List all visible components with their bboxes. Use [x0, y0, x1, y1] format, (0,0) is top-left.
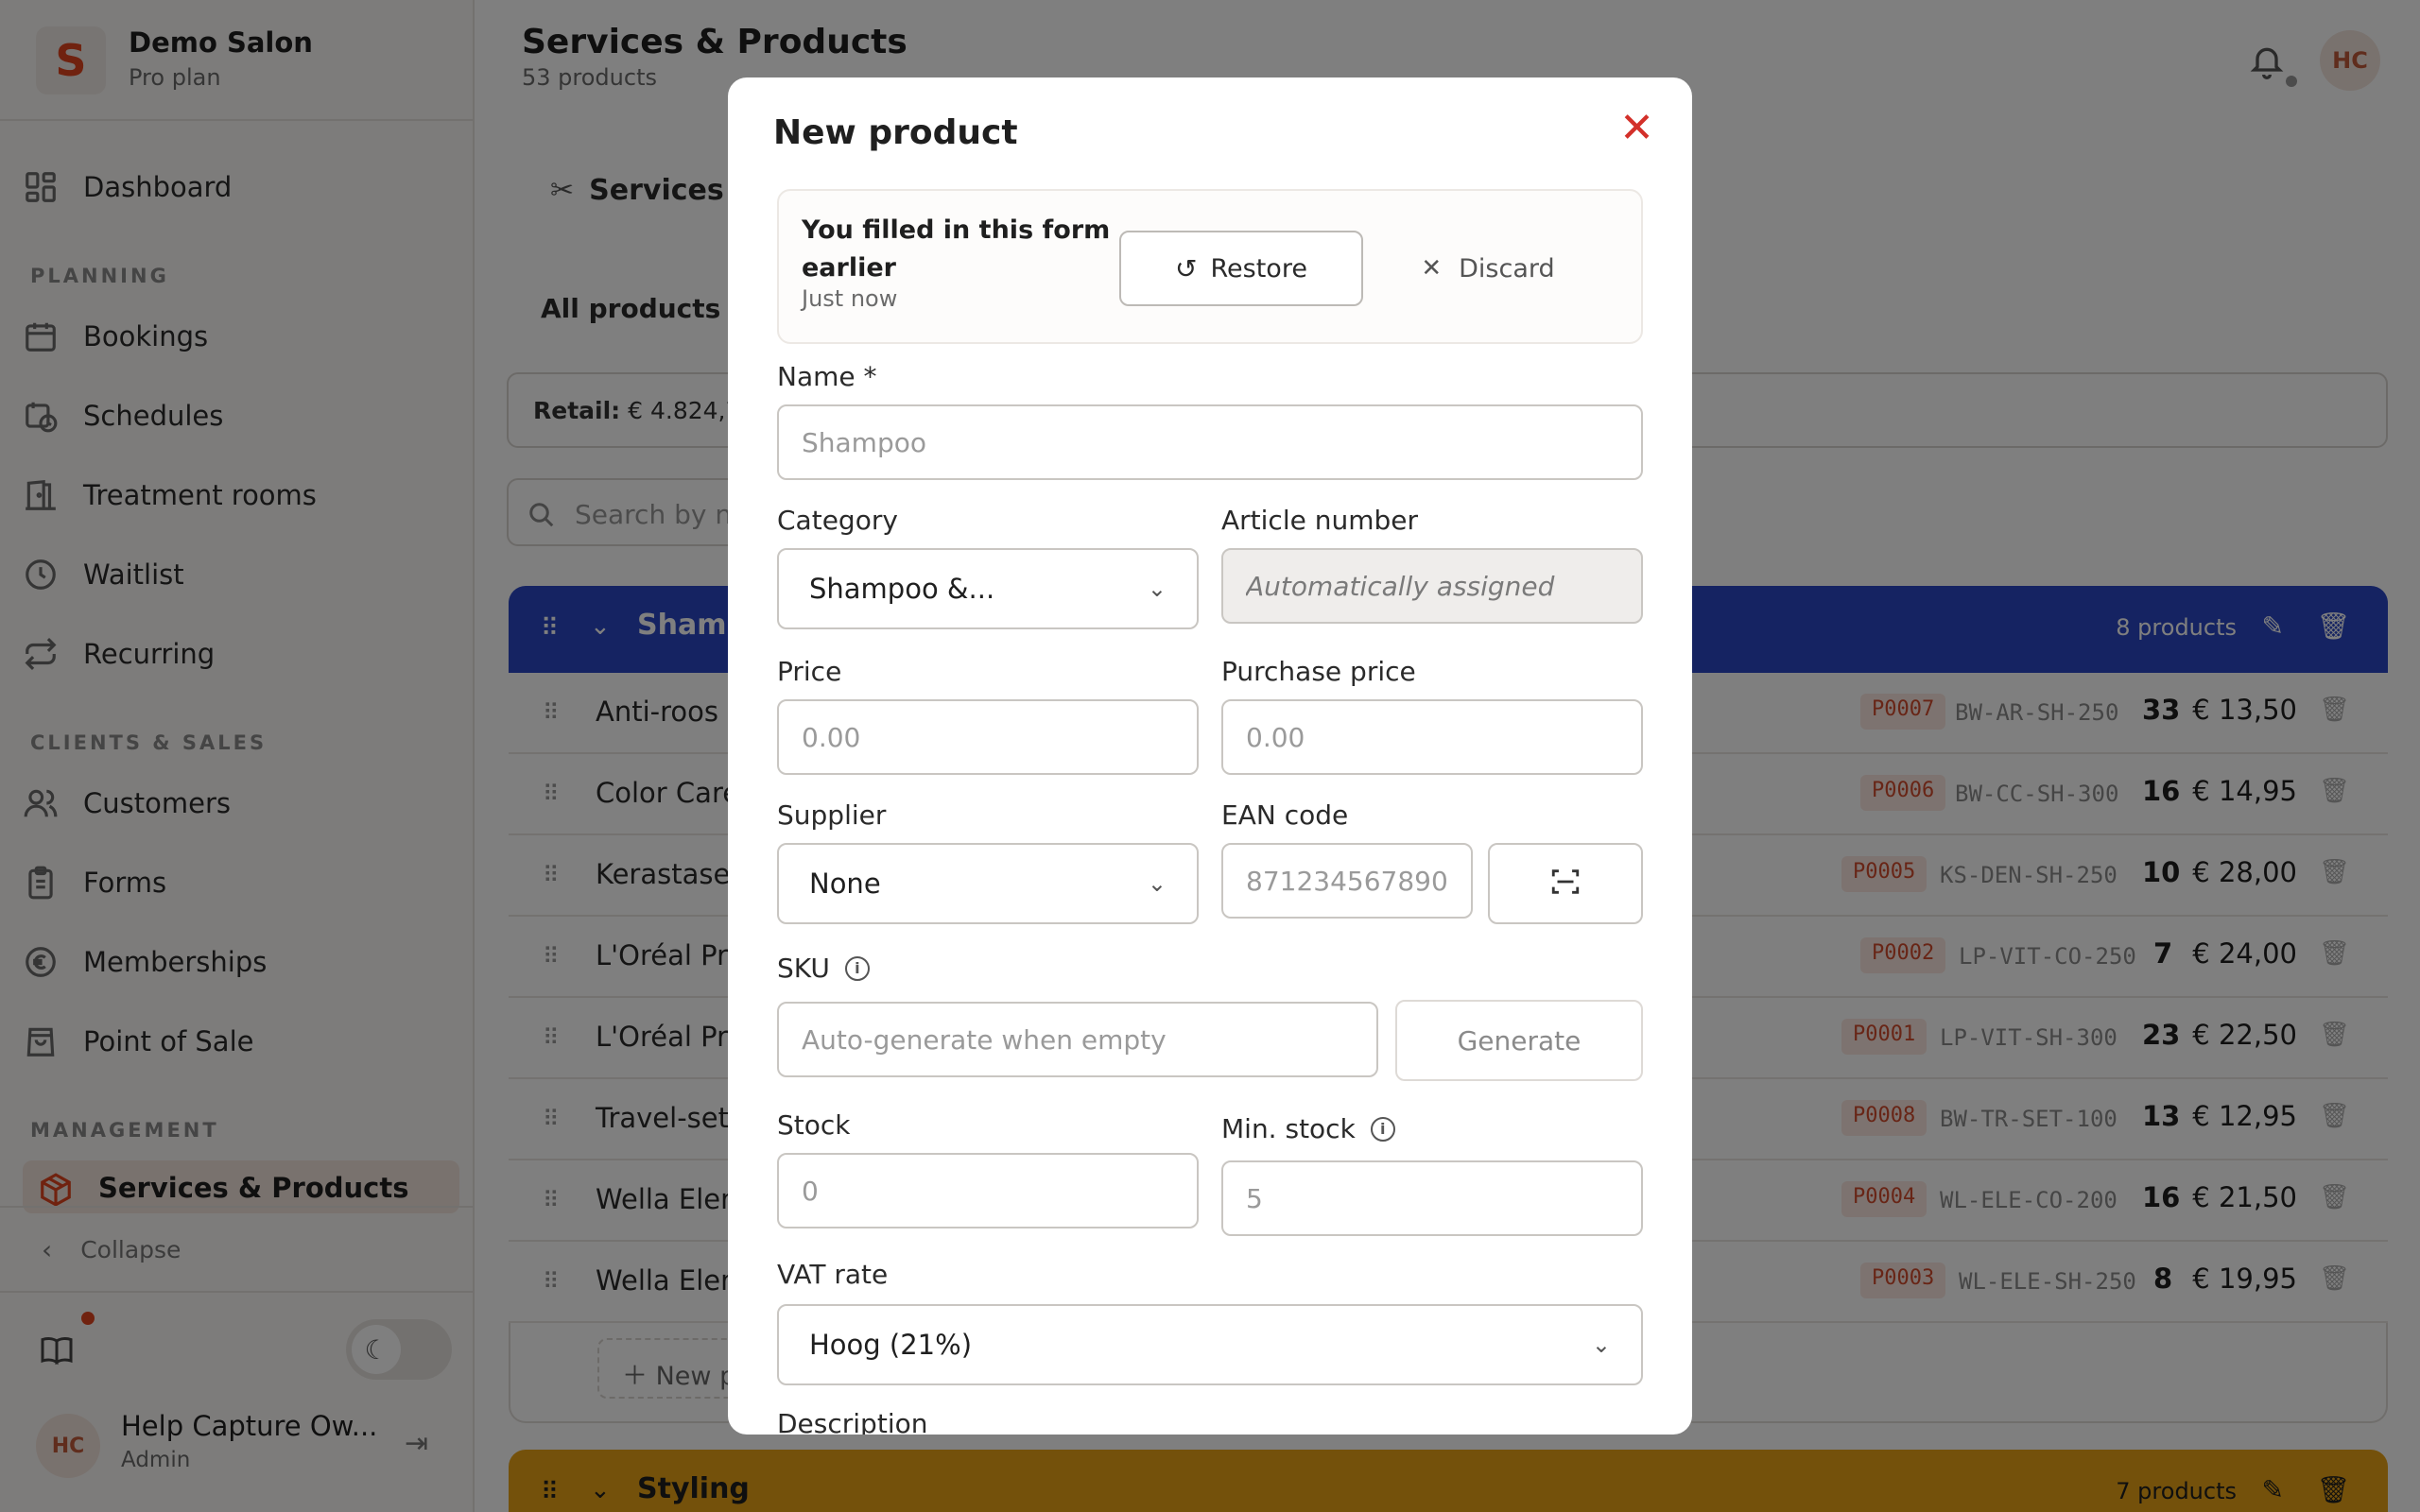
scan-icon — [1549, 866, 1582, 902]
info-icon[interactable]: i — [1370, 1116, 1395, 1142]
category-label: Category — [777, 505, 898, 536]
article-label: Article number — [1221, 505, 1419, 536]
rotate-ccw-icon: ↺ — [1175, 252, 1198, 284]
modal-title: New product — [773, 113, 1018, 152]
vat-label: VAT rate — [777, 1259, 889, 1290]
barcode-scan-button[interactable] — [1488, 843, 1643, 924]
generate-sku-button[interactable]: Generate — [1395, 1000, 1643, 1081]
min-stock-label: Min. stock i — [1221, 1113, 1395, 1144]
vat-value: Hoog (21%) — [809, 1329, 973, 1361]
supplier-label: Supplier — [777, 799, 887, 831]
sku-input[interactable] — [777, 1002, 1378, 1077]
ean-label: EAN code — [1221, 799, 1349, 831]
restore-time: Just now — [802, 285, 898, 312]
price-label: Price — [777, 656, 842, 687]
description-label: Description — [777, 1408, 928, 1435]
restore-title: You filled in this form earlier — [802, 215, 1111, 283]
purchase-price-input[interactable] — [1221, 699, 1643, 775]
purchase-price-label: Purchase price — [1221, 656, 1416, 687]
ean-input[interactable] — [1221, 843, 1473, 919]
stock-label: Stock — [777, 1109, 851, 1141]
chevron-down-icon: ⌄ — [1591, 1332, 1611, 1358]
name-label: Name * — [777, 361, 877, 392]
price-input[interactable] — [777, 699, 1199, 775]
new-product-modal: New product ✕ You filled in this form ea… — [728, 77, 1692, 1435]
min-stock-input[interactable] — [1221, 1160, 1643, 1236]
supplier-select[interactable]: None ⌄ — [777, 843, 1199, 924]
restore-button[interactable]: ↺ Restore — [1119, 231, 1363, 306]
chevron-down-icon: ⌄ — [1147, 576, 1167, 602]
vat-select[interactable]: Hoog (21%) ⌄ — [777, 1304, 1643, 1385]
category-select[interactable]: Shampoo &... ⌄ — [777, 548, 1199, 629]
restore-label: Restore — [1210, 253, 1307, 284]
stock-input[interactable] — [777, 1153, 1199, 1228]
chevron-down-icon: ⌄ — [1147, 870, 1167, 897]
article-number-field — [1221, 548, 1643, 624]
close-icon[interactable]: ✕ — [1619, 104, 1654, 152]
min-stock-label-text: Min. stock — [1221, 1113, 1356, 1144]
x-icon: ✕ — [1421, 254, 1443, 283]
info-icon[interactable]: i — [844, 955, 870, 981]
sku-label: SKU i — [777, 953, 870, 984]
sku-label-text: SKU — [777, 953, 830, 984]
discard-button[interactable]: ✕ Discard — [1393, 231, 1582, 306]
discard-label: Discard — [1459, 253, 1555, 284]
restore-draft-banner: You filled in this form earlier Just now… — [777, 189, 1643, 344]
name-input[interactable] — [777, 404, 1643, 480]
supplier-value: None — [809, 868, 881, 900]
category-value: Shampoo &... — [809, 573, 995, 605]
